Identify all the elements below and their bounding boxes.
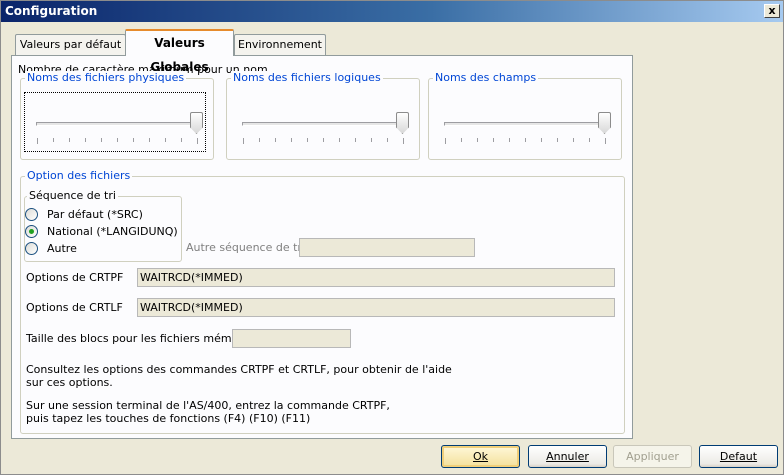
other-sequence-input[interactable] bbox=[299, 238, 475, 257]
slider-tick bbox=[477, 138, 478, 142]
crtlf-options-input[interactable]: WAITRCD(*IMMED) bbox=[137, 298, 615, 317]
close-icon[interactable]: x bbox=[764, 4, 780, 18]
button-label: Defaut bbox=[719, 450, 758, 463]
slider-tick bbox=[339, 138, 340, 142]
window-title: Configuration bbox=[5, 4, 98, 18]
help-text-line: Consultez les options des commandes CRTP… bbox=[26, 363, 452, 376]
other-sequence-label: Autre séquence de tri bbox=[186, 241, 305, 254]
slider-focus-outline bbox=[24, 92, 206, 152]
help-text-line: sur ces options. bbox=[26, 376, 113, 389]
tab-valeurs-par-defaut[interactable]: Valeurs par défaut bbox=[15, 34, 126, 56]
slider-tick bbox=[275, 138, 276, 142]
slider-tick bbox=[323, 138, 324, 142]
group-file-options: Option des fichiers Séquence de tri Par … bbox=[20, 169, 625, 434]
button-label: Appliquer bbox=[626, 450, 679, 463]
crtpf-options-input[interactable]: WAITRCD(*IMMED) bbox=[137, 268, 615, 287]
slider-tick bbox=[243, 138, 244, 144]
tab-label: Valeurs par défaut bbox=[19, 38, 122, 51]
memo-block-size-input[interactable] bbox=[232, 329, 351, 348]
group-label: Noms des champs bbox=[433, 71, 539, 85]
group-label: Option des fichiers bbox=[25, 169, 133, 183]
slider-tick bbox=[291, 138, 292, 142]
group-field-names: Noms des champs bbox=[428, 71, 622, 160]
tab-label: Valeurs Globales bbox=[150, 36, 209, 74]
apply-button[interactable]: Appliquer bbox=[613, 445, 692, 468]
configuration-window: Configuration x Valeurs par défaut Valeu… bbox=[0, 0, 784, 475]
radio-national-langidunq[interactable] bbox=[25, 225, 38, 238]
slider-tick bbox=[387, 138, 388, 142]
tab-environnement[interactable]: Environnement bbox=[234, 34, 326, 56]
slider-track-logical-files bbox=[242, 122, 406, 126]
tab-panel-valeurs-globales: Nombre de caractère maximum pour un nom … bbox=[11, 55, 633, 439]
tab-label: Environnement bbox=[238, 38, 322, 51]
memo-block-size-label: Taille des blocs pour les fichiers mémos bbox=[26, 332, 245, 345]
button-label: Ok bbox=[472, 450, 489, 463]
slider-tick bbox=[307, 138, 308, 142]
slider-tick bbox=[461, 138, 462, 142]
radio-label: National (*LANGIDUNQ) bbox=[47, 225, 178, 238]
group-label: Noms des fichiers logiques bbox=[231, 71, 383, 85]
radio-label: Par défaut (*SRC) bbox=[47, 208, 143, 221]
slider-tick bbox=[403, 138, 404, 144]
slider-tick bbox=[355, 138, 356, 142]
group-label: Séquence de tri bbox=[27, 189, 118, 203]
cancel-button[interactable]: Annuler bbox=[528, 445, 607, 468]
slider-tick bbox=[493, 138, 494, 142]
ok-button[interactable]: Ok bbox=[441, 445, 520, 468]
help-text-line: Sur une session terminal de l'AS/400, en… bbox=[26, 399, 390, 412]
crtlf-label: Options de CRTLF bbox=[26, 301, 123, 314]
help-text-line: puis tapez les touches de fonctions (F4)… bbox=[26, 412, 311, 425]
slider-tick bbox=[557, 138, 558, 142]
slider-tick bbox=[259, 138, 260, 142]
slider-tick bbox=[445, 138, 446, 144]
crtpf-label: Options de CRTPF bbox=[26, 271, 124, 284]
button-label: Annuler bbox=[546, 450, 589, 463]
slider-tick bbox=[525, 138, 526, 142]
group-logical-files: Noms des fichiers logiques bbox=[226, 71, 420, 160]
default-button[interactable]: Defaut bbox=[699, 445, 778, 468]
slider-tick bbox=[509, 138, 510, 142]
slider-track-field-names bbox=[444, 122, 608, 126]
title-bar: Configuration x bbox=[1, 1, 783, 22]
slider-tick bbox=[605, 138, 606, 144]
radio-other[interactable] bbox=[25, 242, 38, 255]
slider-tick bbox=[573, 138, 574, 142]
slider-tick bbox=[371, 138, 372, 142]
slider-tick bbox=[541, 138, 542, 142]
slider-tick bbox=[589, 138, 590, 142]
tab-valeurs-globales[interactable]: Valeurs Globales bbox=[125, 29, 234, 74]
radio-default-src[interactable] bbox=[25, 208, 38, 221]
radio-label: Autre bbox=[47, 242, 77, 255]
